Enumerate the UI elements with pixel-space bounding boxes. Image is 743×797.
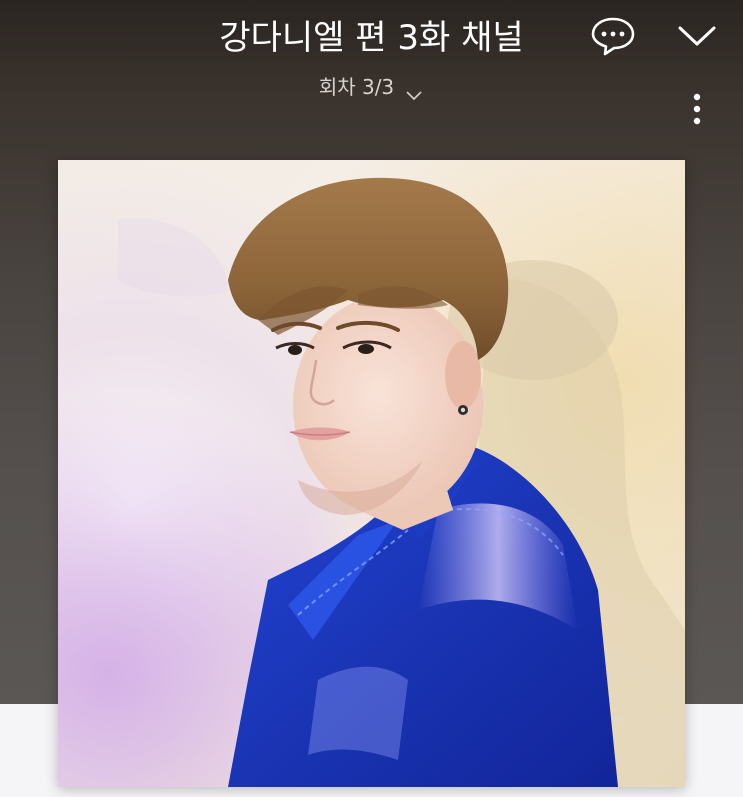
player-header: 강다니엘 편 3화 채널 회차 3/3	[0, 0, 743, 140]
episode-selector[interactable]: 회차 3/3	[0, 72, 743, 102]
more-vertical-icon	[692, 92, 702, 130]
album-art-image	[58, 160, 685, 787]
chevron-down-icon	[676, 23, 718, 53]
chat-bubble-icon	[589, 15, 637, 61]
album-art	[58, 160, 685, 787]
episode-label: 회차 3/3	[318, 75, 395, 99]
chevron-down-icon	[404, 80, 424, 101]
chat-button[interactable]	[588, 16, 638, 60]
more-options-button[interactable]	[682, 88, 712, 134]
collapse-button[interactable]	[672, 16, 722, 60]
